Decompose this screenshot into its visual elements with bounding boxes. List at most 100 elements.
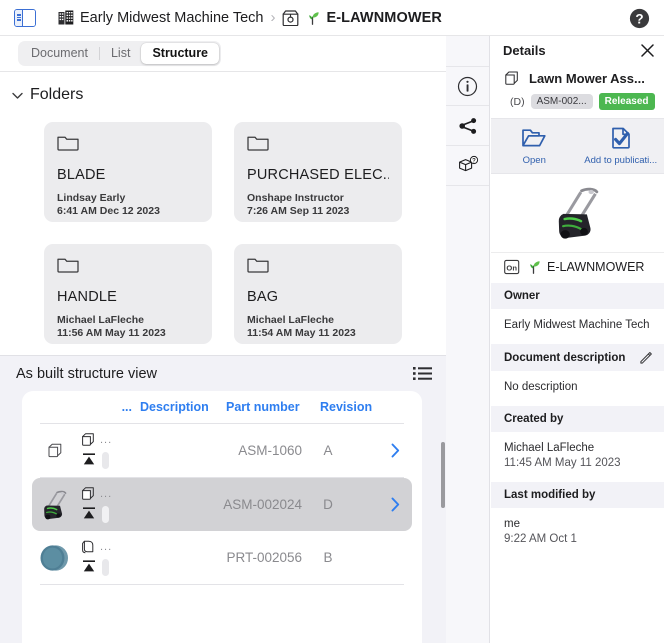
folder-icon bbox=[247, 134, 269, 151]
table-row[interactable]: ... PRT-002056 B bbox=[32, 531, 412, 584]
chevron-right-icon bbox=[391, 443, 400, 458]
owner-value: Early Midwest Machine Tech bbox=[504, 318, 652, 333]
column-header-revision[interactable]: Revision bbox=[320, 400, 386, 414]
folders-section-header[interactable]: Folders bbox=[12, 86, 446, 104]
pencil-icon[interactable] bbox=[639, 351, 652, 364]
top-bar: Early Midwest Machine Tech › E-LAWNMOWER… bbox=[0, 0, 664, 36]
release-triangle-icon bbox=[82, 452, 96, 466]
details-title: Details bbox=[503, 43, 641, 58]
folder-icon bbox=[247, 256, 269, 273]
table-row[interactable]: ... ASM-1060 A bbox=[32, 424, 412, 477]
add-publication-icon bbox=[609, 126, 633, 150]
sidebar-toggle-left bbox=[15, 10, 23, 26]
table-row[interactable]: ... ASM-002024 D bbox=[32, 478, 412, 531]
section-label: Document description bbox=[504, 352, 639, 364]
breadcrumb: Early Midwest Machine Tech › E-LAWNMOWER bbox=[58, 9, 442, 26]
folder-card[interactable]: PURCHASED ELEC... Onshape Instructor 7:2… bbox=[234, 122, 402, 222]
folder-date: 7:26 AM Sep 11 2023 bbox=[247, 205, 389, 217]
column-header-more[interactable]: ... bbox=[40, 400, 140, 414]
sidebar-toggle-icon[interactable] bbox=[14, 9, 36, 27]
details-section-value-last-modified-by: me 9:22 AM Oct 1 bbox=[491, 508, 664, 558]
column-header-part-number[interactable]: Part number bbox=[226, 400, 320, 414]
row-more-dots[interactable]: ... bbox=[100, 488, 112, 500]
details-document-meta: (D) ASM-002... Released bbox=[491, 87, 664, 118]
release-triangle-icon bbox=[82, 559, 96, 573]
row-status-icons: ... bbox=[78, 484, 132, 526]
folder-name: BLADE bbox=[57, 167, 199, 183]
view-tabs-row: Document List Structure bbox=[0, 36, 446, 72]
folder-grid: BLADE Lindsay Early 6:41 AM Dec 12 2023 … bbox=[44, 122, 446, 344]
rail-button-share[interactable] bbox=[446, 106, 489, 146]
table-scrollbar[interactable] bbox=[441, 442, 445, 508]
column-header-description[interactable]: Description bbox=[140, 400, 226, 414]
sprout-icon bbox=[526, 260, 541, 274]
assembly-stack-icon bbox=[80, 431, 97, 448]
tab-structure[interactable]: Structure bbox=[141, 43, 219, 64]
open-button[interactable]: Open bbox=[491, 119, 578, 173]
blue-disc-thumbnail bbox=[37, 541, 73, 575]
section-label: Last modified by bbox=[504, 489, 652, 501]
row-progress-pill bbox=[102, 506, 109, 523]
description-value: No description bbox=[504, 380, 652, 395]
svg-text:?: ? bbox=[472, 159, 476, 165]
details-item-name: E-LAWNMOWER bbox=[547, 260, 644, 274]
folder-owner: Michael LaFleche bbox=[247, 314, 389, 326]
folder-card[interactable]: HANDLE Michael LaFleche 11:56 AM May 11 … bbox=[44, 244, 212, 344]
open-folder-icon bbox=[521, 126, 547, 150]
add-to-publication-button[interactable]: Add to publicati... bbox=[578, 119, 664, 173]
rail-button-where-used[interactable]: ? bbox=[446, 146, 489, 186]
tab-document[interactable]: Document bbox=[20, 43, 99, 64]
row-progress-pill bbox=[102, 559, 109, 576]
row-part-number: PRT-002056 bbox=[210, 550, 302, 565]
list-view-icon[interactable] bbox=[413, 366, 432, 381]
row-revision: B bbox=[302, 550, 354, 565]
help-circle-icon[interactable]: ? bbox=[629, 8, 650, 29]
table-header-row: ... Description Part number Revision bbox=[40, 391, 404, 424]
folder-icon bbox=[57, 256, 79, 273]
row-revision: A bbox=[302, 443, 354, 458]
details-document-row: Lawn Mower Ass... bbox=[491, 65, 664, 87]
row-more-dots[interactable]: ... bbox=[100, 541, 112, 553]
assembly-icon bbox=[46, 441, 65, 460]
view-tabs: Document List Structure bbox=[18, 41, 221, 66]
folder-name: BAG bbox=[247, 289, 389, 305]
row-expand-arrow[interactable] bbox=[354, 497, 412, 512]
breadcrumb-document-label: E-LAWNMOWER bbox=[326, 10, 441, 26]
structure-table: ... Description Part number Revision ... bbox=[22, 391, 422, 644]
folder-card[interactable]: BLADE Lindsay Early 6:41 AM Dec 12 2023 bbox=[44, 122, 212, 222]
status-badge: Released bbox=[599, 93, 655, 110]
details-document-name: Lawn Mower Ass... bbox=[529, 71, 645, 86]
svg-text:?: ? bbox=[635, 11, 643, 26]
cube-question-icon: ? bbox=[457, 155, 479, 176]
as-built-structure-panel: As built structure view ... Description … bbox=[0, 355, 446, 643]
onshape-badge-icon: On bbox=[504, 259, 520, 275]
details-section-header-created-by: Created by bbox=[491, 406, 664, 432]
breadcrumb-item-document[interactable]: E-LAWNMOWER bbox=[282, 10, 441, 26]
folder-date: 6:41 AM Dec 12 2023 bbox=[57, 205, 199, 217]
details-section-value-description: No description bbox=[491, 371, 664, 406]
folder-card[interactable]: BAG Michael LaFleche 11:54 AM May 11 202… bbox=[234, 244, 402, 344]
details-item-row[interactable]: On E-LAWNMOWER bbox=[491, 252, 664, 283]
tab-list[interactable]: List bbox=[100, 43, 141, 64]
assembly-stack-icon bbox=[80, 485, 97, 502]
folder-owner: Michael LaFleche bbox=[57, 314, 199, 326]
section-label: Created by bbox=[504, 413, 652, 425]
folder-date: 11:56 AM May 11 2023 bbox=[57, 327, 199, 339]
rail-button-info[interactable] bbox=[446, 66, 489, 106]
breadcrumb-company-label: Early Midwest Machine Tech bbox=[80, 10, 263, 26]
row-status-icons: ... bbox=[78, 430, 132, 472]
row-expand-arrow[interactable] bbox=[354, 443, 412, 458]
row-part-number: ASM-002024 bbox=[210, 497, 302, 512]
breadcrumb-item-company[interactable]: Early Midwest Machine Tech bbox=[58, 10, 263, 26]
row-more-dots[interactable]: ... bbox=[100, 434, 112, 446]
created-by-name: Michael LaFleche bbox=[504, 441, 652, 456]
details-preview bbox=[491, 174, 664, 252]
details-actions: Open Add to publicati... bbox=[491, 118, 664, 174]
svg-text:On: On bbox=[506, 263, 517, 272]
part-icon bbox=[80, 538, 97, 555]
close-icon[interactable] bbox=[641, 44, 654, 57]
share-icon bbox=[458, 116, 478, 136]
folder-date: 11:54 AM May 11 2023 bbox=[247, 327, 389, 339]
last-modified-by-date: 9:22 AM Oct 1 bbox=[504, 532, 652, 547]
chevron-down-icon bbox=[12, 92, 23, 99]
